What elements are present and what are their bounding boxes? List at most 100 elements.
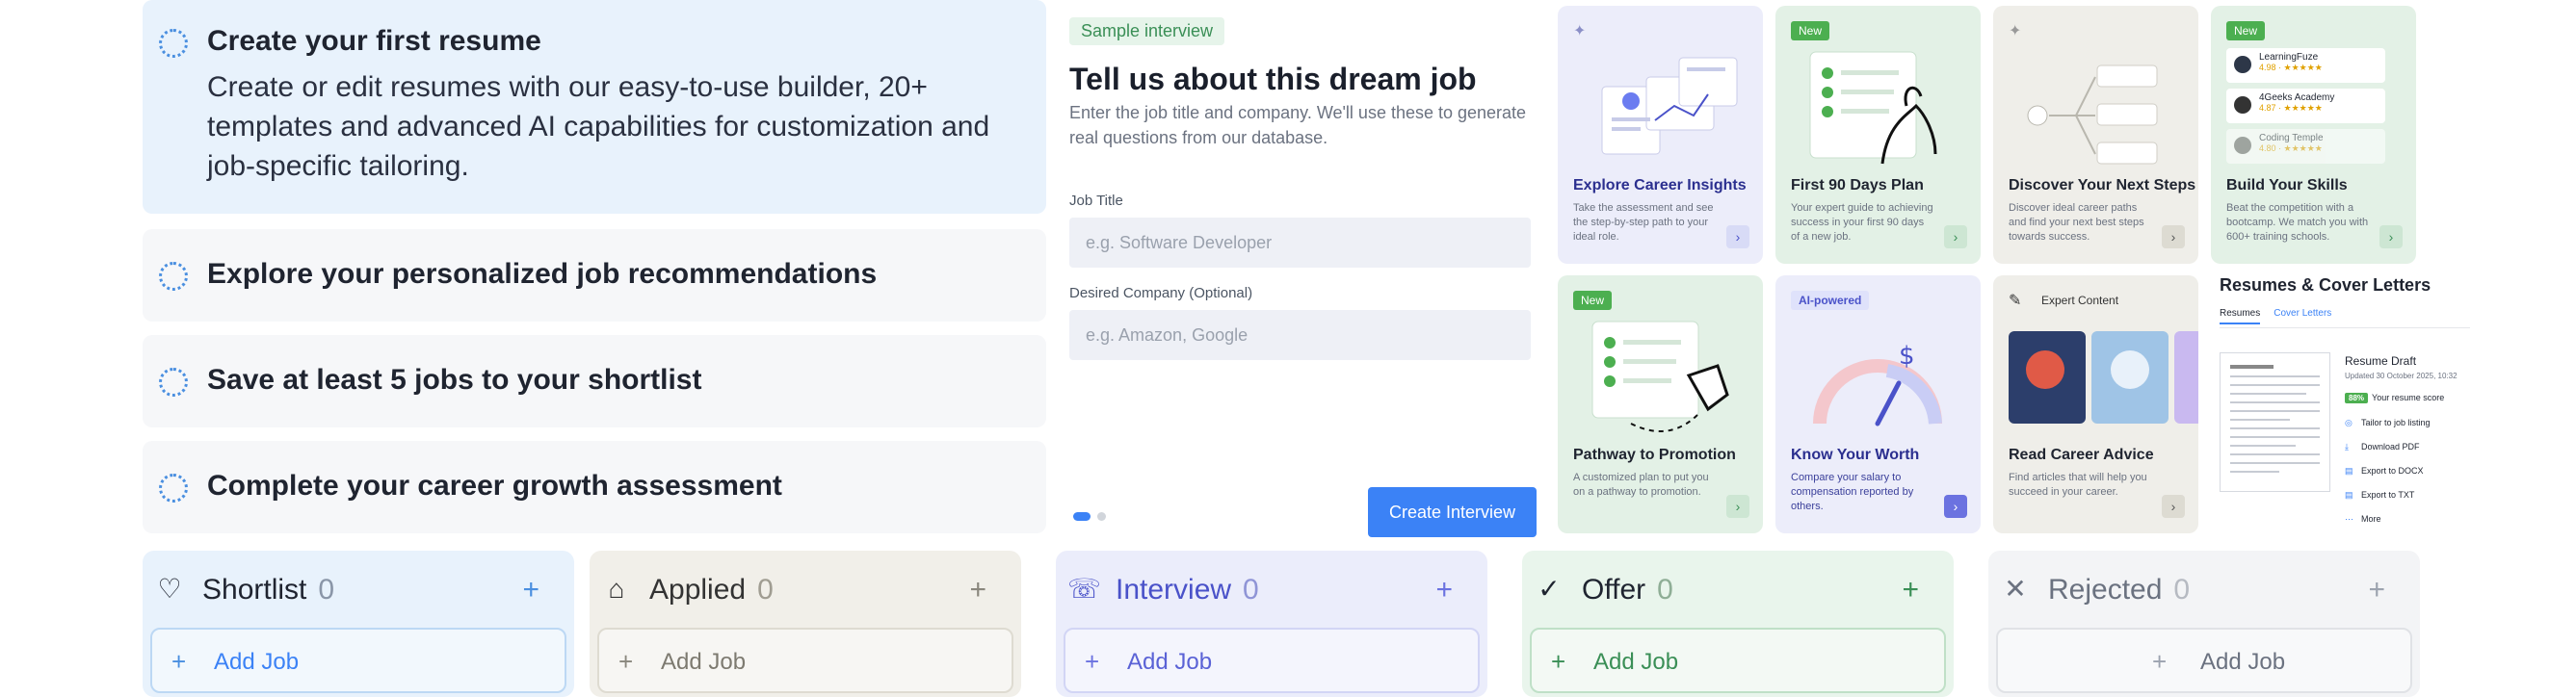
chevron-right-icon[interactable]: › <box>2379 225 2403 248</box>
column-title: Offer 0 <box>1582 574 1673 607</box>
card-title: Explore Career Insights <box>1573 177 1747 194</box>
create-interview-button[interactable]: Create Interview <box>1368 487 1537 537</box>
column-count: 0 <box>2173 574 2191 606</box>
plus-icon[interactable]: + <box>522 576 539 605</box>
action-more[interactable]: ⋯ More <box>2345 514 2431 538</box>
job-title-input[interactable] <box>1069 218 1531 268</box>
column-rejected: ✕ Rejected 0 + + Add Job <box>1988 551 2420 697</box>
step-growth-assessment[interactable]: Complete your career growth assessment <box>143 441 1046 533</box>
target-icon: ◎ <box>2345 418 2353 427</box>
download-icon: ⤓ <box>2345 442 2349 452</box>
chevron-right-icon[interactable]: › <box>2162 225 2185 248</box>
expert-content-badge: Expert Content <box>2041 294 2119 307</box>
card-pathway-to-promotion[interactable]: New Pathway to Promotion A customized pl… <box>1558 275 1763 533</box>
expert-icon: ✎ <box>2009 293 2022 309</box>
school-logo-icon <box>2234 137 2251 154</box>
company-label: Desired Company (Optional) <box>1069 285 1253 301</box>
heart-icon: ♡ <box>157 574 182 604</box>
resume-doc-date: Updated 30 October 2025, 10:32 <box>2345 372 2458 380</box>
bootcamp-item: LearningFuze 4.98 · ★★★★★ <box>2226 48 2385 83</box>
column-shortlist: ♡ Shortlist 0 + + Add Job <box>143 551 574 697</box>
career-paths-illustration <box>2027 65 2158 165</box>
school-rating: 4.98 · ★★★★★ <box>2259 63 2323 72</box>
chevron-right-icon[interactable]: › <box>1944 225 1967 248</box>
x-icon: ✕ <box>2004 574 2027 604</box>
column-name: Rejected <box>2048 574 2163 606</box>
tab-resumes[interactable]: Resumes <box>2220 308 2261 324</box>
card-description: Your expert guide to achieving success i… <box>1791 202 1933 243</box>
school-rating: 4.87 · ★★★★★ <box>2259 103 2323 113</box>
add-job-button[interactable]: + Add Job <box>1996 628 2412 693</box>
card-title: First 90 Days Plan <box>1791 177 1924 194</box>
action-label: Export to DOCX <box>2361 466 2424 476</box>
step-title: Save at least 5 jobs to your shortlist <box>207 364 702 396</box>
card-know-your-worth[interactable]: AI-powered $ Know Your Worth Compare you… <box>1775 275 1981 533</box>
school-name: 4Geeks Academy <box>2259 92 2335 103</box>
add-job-button[interactable]: + Add Job <box>150 628 566 693</box>
column-offer: ✓ Offer 0 + + Add Job <box>1522 551 1954 697</box>
carousel-dots[interactable] <box>1073 508 1113 526</box>
card-read-career-advice[interactable]: Expert Content ✎ Read Career Advice Find… <box>1993 275 2198 533</box>
column-name: Applied <box>649 574 747 606</box>
column-name: Interview <box>1116 574 1232 606</box>
bootcamp-item: 4Geeks Academy 4.87 · ★★★★★ <box>2226 89 2385 123</box>
step-shortlist-jobs[interactable]: Save at least 5 jobs to your shortlist <box>143 335 1046 427</box>
chevron-right-icon[interactable]: › <box>1944 495 1967 518</box>
card-explore-career-insights[interactable]: ✦ Explore Career Insights Take the asses… <box>1558 6 1763 264</box>
add-job-label: Add Job <box>1127 649 1213 675</box>
plus-icon[interactable]: + <box>2368 576 2385 605</box>
card-discover-next-steps[interactable]: ✦ Discover Your Next Steps Discover idea… <box>1993 6 2198 264</box>
column-title: Shortlist 0 <box>202 574 334 607</box>
action-export-docx[interactable]: ▤ Export to DOCX <box>2345 466 2431 490</box>
add-job-button[interactable]: + Add Job <box>1064 628 1480 693</box>
chevron-right-icon[interactable]: › <box>1726 225 1749 248</box>
bootcamp-list: LearningFuze 4.98 · ★★★★★ 4Geeks Academy… <box>2226 48 2385 164</box>
step-create-resume[interactable]: Create your first resume Create or edit … <box>143 0 1046 214</box>
sparkle-icon: ✦ <box>2009 23 2022 39</box>
card-description: Beat the competition with a bootcamp. We… <box>2226 202 2369 243</box>
dotted-circle-icon <box>159 474 188 503</box>
column-name: Offer <box>1582 574 1646 606</box>
company-input[interactable] <box>1069 310 1531 360</box>
dotted-circle-icon <box>159 368 188 397</box>
card-first-90-days-plan[interactable]: New First 90 Days Plan Your expert guide… <box>1775 6 1981 264</box>
add-job-button[interactable]: + Add Job <box>1530 628 1946 693</box>
bootcamp-item: Coding Temple 4.80 · ★★★★★ <box>2226 129 2385 164</box>
school-logo-icon <box>2234 56 2251 73</box>
career-insights-illustration <box>1601 57 1738 155</box>
add-job-label: Add Job <box>661 649 747 675</box>
job-pipeline: ♡ Shortlist 0 + + Add Job ⌂ Applied 0 + + … <box>143 551 2426 697</box>
plus-icon[interactable]: + <box>1902 576 1919 605</box>
step-title: Explore your personalized job recommenda… <box>207 258 878 290</box>
carousel-dot[interactable] <box>1097 512 1106 522</box>
articles-illustration <box>2009 318 2198 441</box>
action-download-pdf[interactable]: ⤓ Download PDF <box>2345 442 2431 466</box>
chevron-right-icon[interactable]: › <box>1726 495 1749 518</box>
sample-interview-panel: Sample interview Tell us about this drea… <box>1054 0 1540 539</box>
card-description: Compare your salary to compensation repo… <box>1791 472 1914 512</box>
salary-gauge-illustration: $ <box>1813 342 1942 426</box>
plus-icon: + <box>1085 647 1100 676</box>
carousel-dot-active[interactable] <box>1073 512 1091 522</box>
new-badge: New <box>1573 291 1613 310</box>
new-badge: New <box>2226 21 2266 40</box>
action-tailor[interactable]: ◎ Tailor to job listing <box>2345 418 2431 442</box>
plus-icon[interactable]: + <box>969 576 986 605</box>
plus-icon[interactable]: + <box>1435 576 1453 605</box>
tab-cover-letters[interactable]: Cover Letters <box>2274 308 2331 323</box>
add-job-button[interactable]: + Add Job <box>597 628 1013 693</box>
resume-thumbnail[interactable] <box>2220 352 2330 492</box>
card-title: Pathway to Promotion <box>1573 447 1736 463</box>
card-title: Know Your Worth <box>1791 447 1920 463</box>
column-name: Shortlist <box>202 574 307 606</box>
resume-doc-title[interactable]: Resume Draft <box>2345 354 2416 368</box>
job-title-label: Job Title <box>1069 193 1123 209</box>
add-job-label: Add Job <box>1593 649 1679 675</box>
action-label: Export to TXT <box>2361 490 2415 500</box>
plus-icon: + <box>2152 647 2168 676</box>
action-export-txt[interactable]: ▤ Export to TXT <box>2345 490 2431 514</box>
action-label: Tailor to job listing <box>2361 418 2431 427</box>
chevron-right-icon[interactable]: › <box>2162 495 2185 518</box>
card-build-your-skills[interactable]: New LearningFuze 4.98 · ★★★★★ 4Geeks Aca… <box>2211 6 2416 264</box>
step-job-recommendations[interactable]: Explore your personalized job recommenda… <box>143 229 1046 322</box>
